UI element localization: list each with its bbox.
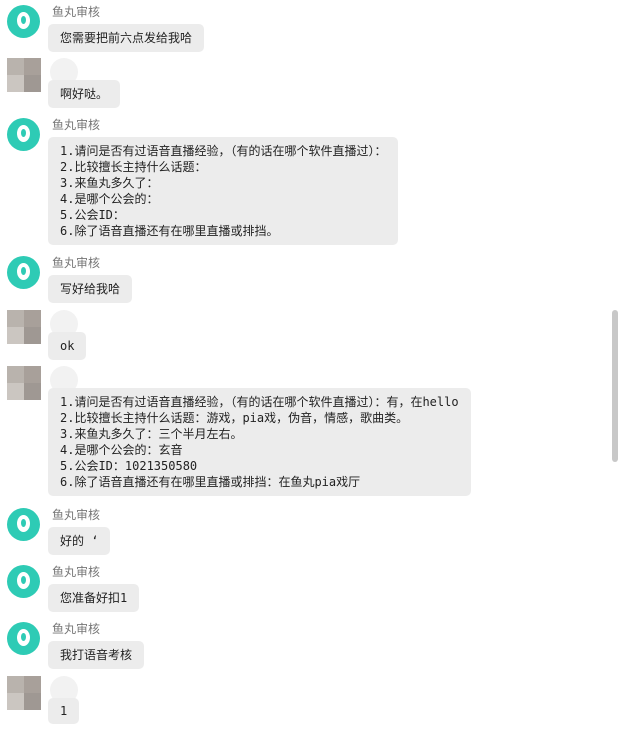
sender-name: 鱼丸审核 xyxy=(52,118,101,132)
message-line: 5.公会ID： xyxy=(60,208,125,222)
message-bubble[interactable]: 您准备好扣1 xyxy=(48,584,140,612)
message-line: 写好给我哈 xyxy=(60,282,121,296)
message-line: 6.除了语音直播还有在哪里直播或排挡。 xyxy=(60,224,279,238)
message-bubble[interactable]: 啊好哒。 xyxy=(48,80,121,108)
user-avatar[interactable] xyxy=(7,310,41,344)
message-bubble[interactable]: 好的 ‘ xyxy=(48,527,111,555)
reviewer-avatar[interactable] xyxy=(7,508,40,541)
message-line: 啊好哒。 xyxy=(60,87,109,101)
user-avatar[interactable] xyxy=(7,676,41,710)
message-line: 您准备好扣1 xyxy=(60,591,128,605)
user-avatar[interactable] xyxy=(7,58,41,92)
message-line: 我打语音考核 xyxy=(60,648,133,662)
message-line: 5.公会ID：1021350580 xyxy=(60,459,198,473)
message-bubble[interactable]: 1.请问是否有过语音直播经验，（有的话在哪个软件直播过）： 2.比较擅长主持什么… xyxy=(48,137,399,245)
message-line: 1 xyxy=(60,704,68,718)
sender-name: 鱼丸审核 xyxy=(52,5,101,19)
reviewer-avatar[interactable] xyxy=(7,565,40,598)
reviewer-avatar[interactable] xyxy=(7,622,40,655)
message-bubble[interactable]: 写好给我哈 xyxy=(48,275,133,303)
message-line: 4.是哪个公会的： xyxy=(60,192,159,206)
message-line: 1.请问是否有过语音直播经验，（有的话在哪个软件直播过）：有，在hello xyxy=(60,395,459,409)
message-bubble[interactable]: ok xyxy=(48,332,87,360)
message-line: 您需要把前六点发给我哈 xyxy=(60,31,193,45)
message-bubble[interactable]: 您需要把前六点发给我哈 xyxy=(48,24,205,52)
message-line: 2.比较擅长主持什么话题：游戏，pia戏，伪音，情感，歌曲类。 xyxy=(60,411,409,425)
sender-name: 鱼丸审核 xyxy=(52,256,101,270)
message-line: 3.来鱼丸多久了：三个半月左右。 xyxy=(60,427,243,441)
vertical-scrollbar[interactable] xyxy=(612,310,618,462)
message-line: 4.是哪个公会的：玄音 xyxy=(60,443,183,457)
message-line: 好的 ‘ xyxy=(60,534,99,548)
message-line: 3.来鱼丸多久了： xyxy=(60,176,159,190)
reviewer-avatar[interactable] xyxy=(7,118,40,151)
sender-name: 鱼丸审核 xyxy=(52,622,101,636)
chat-history: 鱼丸审核 您需要把前六点发给我哈 啊好哒。 鱼丸审核 1.请问是否有过语音直播经… xyxy=(0,0,608,730)
message-line: 6.除了语音直播还有在哪里直播或排挡：在鱼丸pia戏厅 xyxy=(60,475,361,489)
reviewer-avatar[interactable] xyxy=(7,256,40,289)
message-line: 1.请问是否有过语音直播经验，（有的话在哪个软件直播过）： xyxy=(60,144,387,158)
user-avatar[interactable] xyxy=(7,366,41,400)
message-bubble[interactable]: 1 xyxy=(48,698,80,724)
message-line: 2.比较擅长主持什么话题： xyxy=(60,160,207,174)
sender-name: 鱼丸审核 xyxy=(52,508,101,522)
message-bubble[interactable]: 1.请问是否有过语音直播经验，（有的话在哪个软件直播过）：有，在hello 2.… xyxy=(48,388,471,496)
reviewer-avatar[interactable] xyxy=(7,5,40,38)
sender-name: 鱼丸审核 xyxy=(52,565,101,579)
message-bubble[interactable]: 我打语音考核 xyxy=(48,641,145,669)
message-line: ok xyxy=(60,339,75,353)
